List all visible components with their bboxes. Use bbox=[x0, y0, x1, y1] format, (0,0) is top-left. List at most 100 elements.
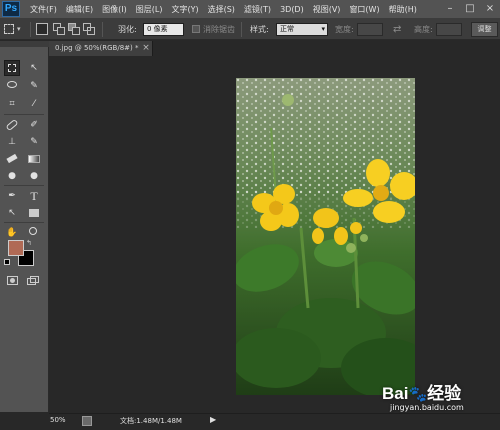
feather-label: 羽化: bbox=[118, 25, 137, 34]
marquee-preset-icon bbox=[4, 24, 14, 34]
dodge-icon: ● bbox=[30, 171, 38, 181]
pen-tool[interactable]: ✒ bbox=[4, 188, 20, 204]
status-bar bbox=[49, 413, 500, 430]
options-divider bbox=[30, 22, 31, 37]
baidu-watermark-logo: Bai🐾经验 bbox=[382, 379, 461, 404]
hand-tool[interactable]: ✋ bbox=[4, 225, 20, 241]
tools-divider bbox=[4, 222, 44, 223]
window-controls: – □ × bbox=[440, 0, 500, 19]
screen-mode-icon[interactable] bbox=[27, 276, 39, 286]
lasso-icon bbox=[7, 81, 17, 88]
stamp-icon: ⊥ bbox=[8, 137, 16, 147]
canvas-image[interactable] bbox=[236, 78, 415, 395]
menu-view[interactable]: 视图(V) bbox=[313, 4, 341, 15]
close-window-button[interactable]: × bbox=[480, 0, 500, 19]
eyedropper-icon: ⁄ bbox=[33, 99, 35, 109]
menu-image[interactable]: 图像(I) bbox=[102, 4, 127, 15]
move-icon: ↖ bbox=[30, 63, 38, 73]
antialias-checkbox[interactable] bbox=[192, 25, 200, 33]
blur-tool[interactable]: ● bbox=[4, 168, 20, 184]
tools-divider bbox=[4, 185, 44, 186]
menu-filter[interactable]: 滤镜(T) bbox=[244, 4, 271, 15]
rectangle-icon bbox=[29, 209, 39, 217]
menu-layer[interactable]: 图层(L) bbox=[136, 4, 163, 15]
watermark-logo-suffix: 经验 bbox=[427, 384, 462, 403]
quick-mask-icon[interactable] bbox=[7, 276, 18, 285]
menu-help[interactable]: 帮助(H) bbox=[389, 4, 417, 15]
options-divider bbox=[241, 22, 242, 37]
arrow-icon: ↖ bbox=[8, 208, 16, 218]
maximize-button[interactable]: □ bbox=[460, 0, 480, 19]
subtract-from-selection-icon[interactable] bbox=[68, 23, 80, 35]
dodge-tool[interactable]: ● bbox=[26, 168, 42, 184]
history-brush-tool[interactable]: ✎ bbox=[26, 134, 42, 150]
status-menu-arrow-icon[interactable]: ▶ bbox=[210, 415, 216, 424]
tools-divider bbox=[4, 114, 44, 115]
type-tool[interactable]: T bbox=[26, 188, 42, 204]
clone-stamp-tool[interactable]: ⊥ bbox=[4, 134, 20, 150]
lasso-tool[interactable] bbox=[4, 78, 20, 94]
crop-tool[interactable]: ⌗ bbox=[4, 96, 20, 112]
path-selection-tool[interactable]: ↖ bbox=[4, 205, 20, 221]
quick-selection-tool[interactable]: ✎ bbox=[26, 78, 42, 94]
foreground-color-swatch[interactable] bbox=[8, 240, 24, 256]
flower-photo bbox=[236, 78, 415, 395]
watermark-url: jingyan.baidu.com bbox=[390, 403, 464, 412]
menu-select[interactable]: 选择(S) bbox=[208, 4, 235, 15]
droplet-icon: ● bbox=[8, 171, 16, 181]
tool-preset-picker[interactable]: ▾ bbox=[4, 23, 26, 36]
paw-icon: 🐾 bbox=[408, 386, 428, 403]
style-label: 样式: bbox=[250, 25, 269, 34]
gradient-tool[interactable] bbox=[26, 151, 42, 167]
brush-tool[interactable]: ✐ bbox=[26, 117, 42, 133]
spot-healing-tool[interactable] bbox=[4, 117, 20, 133]
brush-wand-icon: ✎ bbox=[30, 81, 38, 91]
swap-colors-icon[interactable]: ↰ bbox=[26, 239, 32, 247]
eraser-icon bbox=[6, 153, 18, 164]
swap-icon[interactable]: ⇄ bbox=[393, 19, 401, 40]
add-to-selection-icon[interactable] bbox=[53, 23, 65, 35]
menu-type[interactable]: 文字(Y) bbox=[171, 4, 198, 15]
type-icon: T bbox=[30, 189, 38, 203]
antialias-label: 消除锯齿 bbox=[203, 25, 235, 34]
eyedropper-tool[interactable]: ⁄ bbox=[26, 96, 42, 112]
feather-input[interactable]: 0 像素 bbox=[143, 23, 184, 36]
chevron-down-icon: ▾ bbox=[17, 25, 21, 33]
document-size: 文档:1.48M/1.48M bbox=[120, 417, 182, 425]
menu-3d[interactable]: 3D(D) bbox=[280, 5, 304, 14]
pen-icon: ✒ bbox=[8, 191, 16, 201]
document-tab[interactable]: 0.jpg @ 50%(RGB/8#) * bbox=[49, 41, 153, 56]
menu-window[interactable]: 窗口(W) bbox=[349, 4, 379, 15]
zoom-icon bbox=[29, 227, 37, 235]
rectangular-marquee-tool[interactable] bbox=[4, 60, 20, 76]
eraser-tool[interactable] bbox=[4, 151, 20, 167]
height-label: 高度: bbox=[414, 25, 433, 34]
brush-icon: ✐ bbox=[30, 120, 38, 130]
bandage-icon bbox=[5, 118, 19, 132]
watermark-logo-text: Bai bbox=[382, 384, 409, 403]
intersect-selection-icon[interactable] bbox=[83, 23, 95, 35]
menu-file[interactable]: 文件(F) bbox=[30, 4, 57, 15]
menu-items: 文件(F) 编辑(E) 图像(I) 图层(L) 文字(Y) 选择(S) 滤镜(T… bbox=[30, 0, 417, 19]
menu-edit[interactable]: 编辑(E) bbox=[66, 4, 93, 15]
rectangle-tool[interactable] bbox=[26, 205, 42, 221]
zoom-level[interactable]: 50% bbox=[50, 416, 66, 424]
refine-edge-button[interactable]: 调整 bbox=[471, 22, 498, 37]
crop-icon: ⌗ bbox=[9, 99, 15, 109]
marquee-icon bbox=[8, 64, 16, 72]
default-colors-icon[interactable] bbox=[4, 259, 10, 265]
style-select[interactable]: 正常 ▾ bbox=[276, 23, 328, 36]
history-brush-icon: ✎ bbox=[30, 137, 38, 147]
height-input[interactable] bbox=[436, 23, 462, 36]
move-tool[interactable]: ↖ bbox=[26, 60, 42, 76]
new-selection-icon[interactable] bbox=[36, 23, 48, 35]
status-info-icon[interactable] bbox=[82, 416, 92, 426]
width-label: 宽度: bbox=[335, 25, 354, 34]
minimize-button[interactable]: – bbox=[440, 0, 460, 19]
style-select-value: 正常 bbox=[280, 25, 294, 33]
close-icon[interactable]: × bbox=[141, 41, 151, 56]
photoshop-logo: Ps bbox=[2, 1, 20, 17]
options-divider bbox=[102, 22, 103, 37]
chevron-down-icon: ▾ bbox=[321, 25, 325, 33]
width-input[interactable] bbox=[357, 23, 383, 36]
